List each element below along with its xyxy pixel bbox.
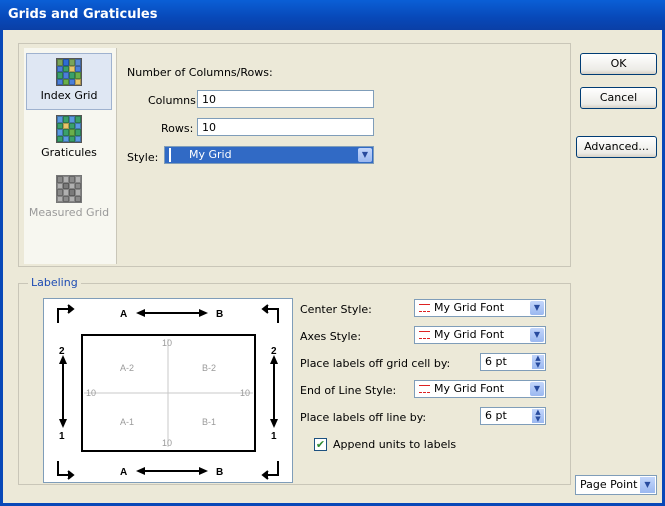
labeling-preview-graphic: A B A B 2 1 2 1 A-2 B-2 A-1 B-1 10 10 10… [57,304,279,480]
tab-graticules[interactable]: Graticules [26,115,112,167]
place-cell-spinner[interactable]: 6 pt ▲ ▼ [480,353,546,371]
top-label-b: B [216,309,223,320]
cell-label-a2: A-2 [120,363,134,373]
style-select-value: My Grid [189,148,232,161]
style-select[interactable]: My Grid ▼ [164,146,374,164]
graticules-icon [56,115,82,143]
end-line-style-label: End of Line Style: [300,384,397,397]
tab-measured-grid[interactable]: Measured Grid [26,175,112,227]
rows-label: Rows: [161,122,194,135]
advanced-button[interactable]: Advanced... [576,136,657,158]
cell-label-b1: B-1 [202,417,216,427]
font-swatch-icon [419,385,430,393]
bottom-label-a: A [120,467,127,478]
append-units-label: Append units to labels [333,438,457,451]
cell-label-b2: B-2 [202,363,216,373]
append-units-checkbox[interactable]: ✔ [314,438,327,451]
end-line-style-select[interactable]: My Grid Font ▼ [414,380,546,398]
chevron-down-icon[interactable]: ▼ [530,382,544,396]
bottom-label-b: B [216,467,223,478]
right-label-1: 1 [271,431,277,442]
tick-label-top: 10 [162,338,172,348]
columns-label: Columns: [148,94,200,107]
chevron-down-icon[interactable]: ▼ [530,301,544,315]
axes-style-label: Axes Style: [300,330,362,343]
axes-style-select[interactable]: My Grid Font ▼ [414,326,546,344]
right-label-2: 2 [271,346,277,357]
place-line-spinner[interactable]: 6 pt ▲ ▼ [480,407,546,425]
center-style-select[interactable]: My Grid Font ▼ [414,299,546,317]
place-line-value: 6 pt [485,409,507,422]
tab-index-grid[interactable]: Index Grid [26,53,112,110]
window-title-bar: Grids and Graticules [0,0,665,30]
tick-label-left: 10 [86,388,96,398]
axes-style-value: My Grid Font [434,328,505,341]
labeling-preview-diagram: A B A B 2 1 2 1 A-2 B-2 A-1 B-1 10 10 10… [43,298,293,483]
rows-input[interactable]: 10 [197,118,374,136]
spinner-arrows-icon[interactable]: ▲ ▼ [532,409,544,423]
chevron-down-icon[interactable]: ▼ [640,477,655,493]
chevron-down-icon[interactable]: ▼ [358,148,372,162]
measured-grid-icon [56,175,82,203]
window-title: Grids and Graticules [8,7,158,22]
top-label-a: A [120,309,127,320]
font-swatch-icon [419,331,430,339]
left-label-2: 2 [59,346,65,357]
tick-label-right: 10 [240,388,250,398]
style-label: Style: [127,151,159,164]
font-swatch-icon [419,304,430,312]
tick-label-bottom: 10 [162,438,172,448]
style-preview-swatch [169,148,171,162]
labeling-group-title: Labeling [28,276,81,289]
tab-label: Index Grid [40,89,98,102]
units-select-value: Page Point [580,478,638,491]
spinner-arrows-icon[interactable]: ▲ ▼ [532,355,544,369]
cancel-button[interactable]: Cancel [580,87,657,109]
tab-label: Graticules [41,146,97,159]
columns-input[interactable]: 10 [197,90,374,108]
index-grid-icon [56,58,82,86]
columns-rows-heading: Number of Columns/Rows: [127,66,273,79]
place-cell-value: 6 pt [485,355,507,368]
units-select[interactable]: Page Point ▼ [575,475,657,495]
left-label-1: 1 [59,431,65,442]
center-style-label: Center Style: [300,303,372,316]
place-cell-label: Place labels off grid cell by: [300,357,451,370]
center-style-value: My Grid Font [434,301,505,314]
place-line-label: Place labels off line by: [300,411,427,424]
cell-label-a1: A-1 [120,417,134,427]
chevron-down-icon[interactable]: ▼ [530,328,544,342]
tab-label: Measured Grid [28,206,110,219]
end-line-style-value: My Grid Font [434,382,505,395]
ok-button[interactable]: OK [580,53,657,75]
